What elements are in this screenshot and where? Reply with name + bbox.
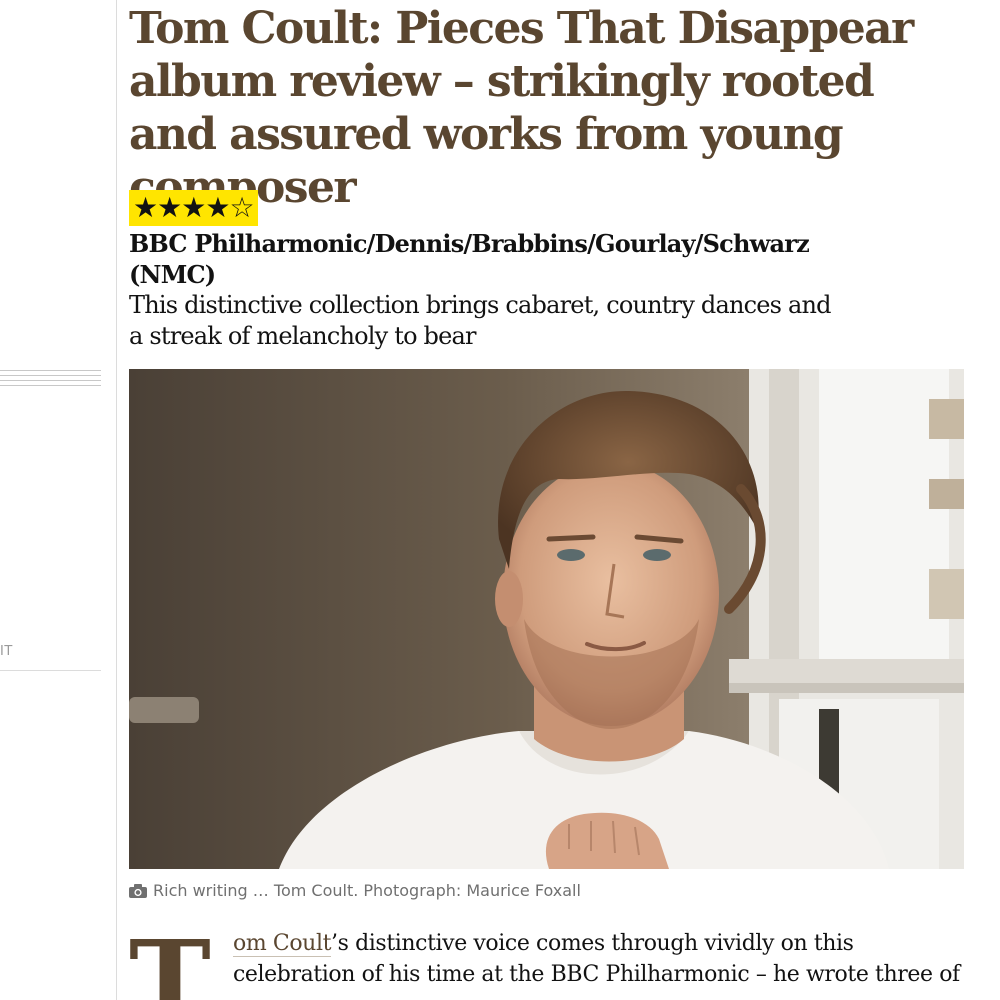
article-main-image[interactable] xyxy=(129,369,964,869)
star-filled-icon: ★ xyxy=(205,191,230,224)
star-rating: ★ ★ ★ ★ ☆ xyxy=(129,190,258,226)
left-sidebar: IT xyxy=(0,0,117,1000)
body-text: ’s distinctive voice comes through vivid… xyxy=(233,931,960,987)
article-body-paragraph: om Coult’s distinctive voice comes throu… xyxy=(233,928,973,990)
article-headline: Tom Coult: Pieces That Disappear album r… xyxy=(129,3,914,213)
tom-coult-link[interactable]: om Coult xyxy=(233,931,331,957)
star-filled-icon: ★ xyxy=(157,191,182,224)
star-empty-icon: ☆ xyxy=(229,191,254,224)
drop-cap: T xyxy=(129,916,211,1000)
album-details: BBC Philharmonic/Dennis/Brabbins/Gourlay… xyxy=(129,229,810,289)
camera-icon xyxy=(129,884,147,898)
sidebar-divider xyxy=(0,670,101,671)
image-caption: Rich writing … Tom Coult. Photograph: Ma… xyxy=(129,880,581,902)
sidebar-rule-lines xyxy=(0,370,101,390)
star-filled-icon: ★ xyxy=(133,191,158,224)
sidebar-fragment-text: IT xyxy=(0,644,13,659)
portrait-photo xyxy=(129,369,964,869)
caption-text: Rich writing … Tom Coult. Photograph: Ma… xyxy=(153,881,581,900)
star-filled-icon: ★ xyxy=(181,191,206,224)
article-standfirst: This distinctive collection brings cabar… xyxy=(129,291,832,350)
